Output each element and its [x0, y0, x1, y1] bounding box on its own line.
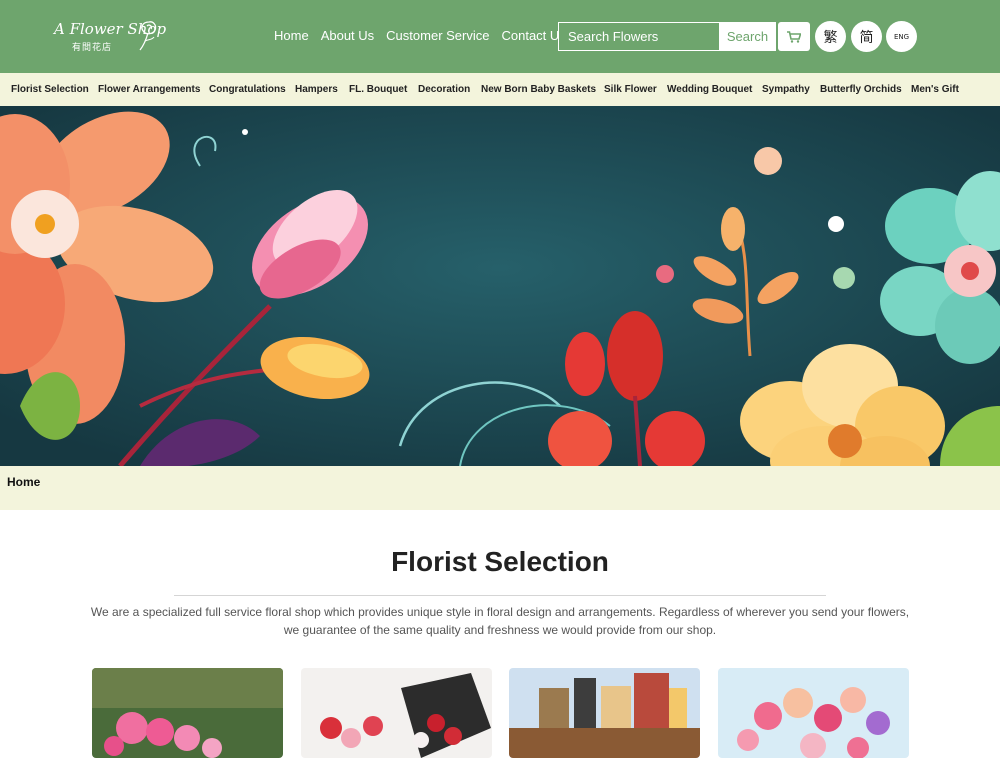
hero-banner: [0, 106, 1000, 466]
category-new-born-baby-baskets[interactable]: New Born Baby Baskets: [481, 84, 596, 95]
search-box: Search: [558, 22, 776, 51]
red-rose-bouquet-image: [301, 668, 492, 758]
rose-icon: [139, 21, 157, 51]
lang-english-button[interactable]: ENG: [886, 21, 917, 52]
category-congratulations[interactable]: Congratulations: [209, 84, 286, 95]
lang-simplified-button[interactable]: 简: [851, 21, 882, 52]
category-fl-bouquet[interactable]: FL. Bouquet: [349, 84, 407, 95]
category-hampers[interactable]: Hampers: [295, 84, 338, 95]
search-input[interactable]: [559, 23, 719, 50]
search-button[interactable]: Search: [719, 23, 776, 50]
product-card-image[interactable]: [301, 668, 492, 758]
gift-hamper-image: [509, 668, 700, 758]
nav-customer-service-link[interactable]: Customer Service: [386, 28, 489, 43]
nav-contact-link[interactable]: Contact Us: [501, 28, 565, 43]
breadcrumb-home[interactable]: Home: [7, 475, 40, 489]
section-intro: We are a specialized full service floral…: [90, 605, 910, 637]
logo-chinese-text: 有間花店: [72, 43, 113, 53]
floral-banner-illustration: [0, 106, 1000, 466]
product-card-image[interactable]: [92, 668, 283, 758]
product-card-image[interactable]: [509, 668, 700, 758]
category-mens-gift[interactable]: Men's Gift: [911, 84, 959, 95]
category-sympathy[interactable]: Sympathy: [762, 84, 810, 95]
site-logo[interactable]: A Flower Shop 有間花店: [52, 18, 166, 56]
title-divider: [174, 595, 826, 596]
category-silk-flower[interactable]: Silk Flower: [604, 84, 657, 95]
cart-icon: [787, 30, 801, 43]
category-florist-selection[interactable]: Florist Selection: [11, 84, 89, 95]
mixed-flower-bouquet-image: [718, 668, 909, 758]
category-navigation: Florist Selection Flower Arrangements Co…: [0, 73, 1000, 106]
nav-home-link[interactable]: Home: [274, 28, 309, 43]
category-butterfly-orchids[interactable]: Butterfly Orchids: [820, 84, 902, 95]
nav-about-link[interactable]: About Us: [321, 28, 374, 43]
category-decoration[interactable]: Decoration: [418, 84, 470, 95]
top-navigation: Home About Us Customer Service Contact U…: [274, 28, 578, 43]
lang-traditional-button[interactable]: 繁: [815, 21, 846, 52]
category-flower-arrangements[interactable]: Flower Arrangements: [98, 84, 200, 95]
product-card-image[interactable]: [718, 668, 909, 758]
pink-rose-bouquet-image: [92, 668, 283, 758]
cart-button[interactable]: [778, 22, 810, 51]
page-title: Florist Selection: [391, 546, 609, 577]
breadcrumb: Home: [0, 466, 1000, 510]
site-header: A Flower Shop 有間花店 Home About Us Custome…: [0, 0, 1000, 73]
category-wedding-bouquet[interactable]: Wedding Bouquet: [667, 84, 752, 95]
